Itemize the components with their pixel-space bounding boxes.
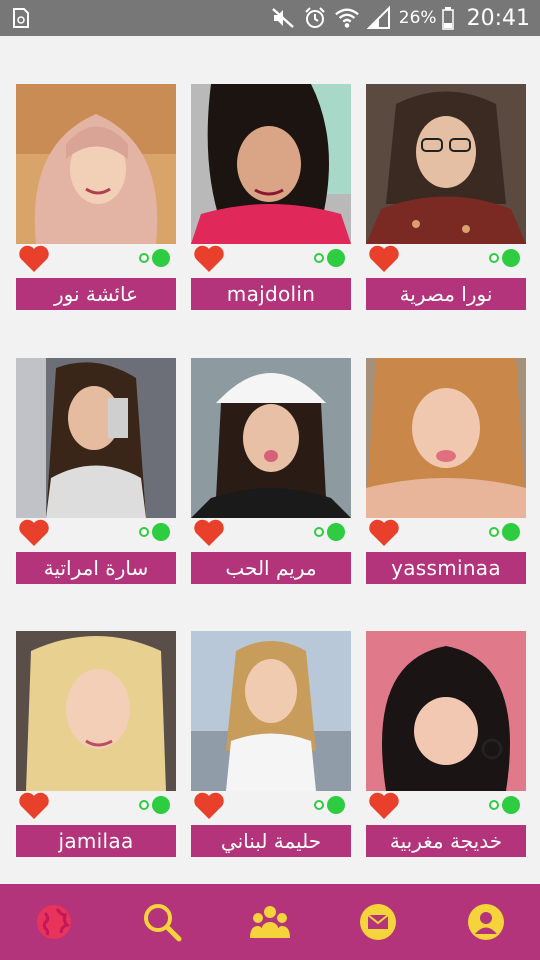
like-heart-icon[interactable] bbox=[18, 791, 50, 821]
profile-name[interactable]: yassminaa bbox=[366, 552, 526, 584]
profile-name[interactable]: سارة امراتية bbox=[16, 552, 176, 584]
like-heart-icon[interactable] bbox=[368, 518, 400, 548]
wifi-icon bbox=[334, 6, 359, 30]
profile-card[interactable]: حليمة لبناني bbox=[191, 631, 351, 861]
profile-photo[interactable] bbox=[191, 358, 351, 518]
profile-card[interactable]: خديجة مغربية bbox=[366, 631, 526, 861]
profile-card[interactable]: yassminaa bbox=[366, 358, 526, 588]
like-heart-icon[interactable] bbox=[193, 518, 225, 548]
nav-messages-button[interactable] bbox=[324, 884, 432, 960]
profile-name[interactable]: majdolin bbox=[191, 278, 351, 310]
profile-name[interactable]: نورا مصرية bbox=[366, 278, 526, 310]
online-indicator bbox=[139, 249, 170, 267]
profile-photo[interactable] bbox=[191, 84, 351, 244]
sim-toolkit-icon bbox=[12, 8, 30, 28]
profile-photo[interactable] bbox=[16, 84, 176, 244]
profile-card[interactable]: عائشة نور bbox=[16, 84, 176, 314]
profile-card[interactable]: سارة امراتية bbox=[16, 358, 176, 588]
profile-name[interactable]: عائشة نور bbox=[16, 278, 176, 310]
online-indicator bbox=[314, 249, 345, 267]
like-heart-icon[interactable] bbox=[18, 244, 50, 274]
online-indicator bbox=[489, 249, 520, 267]
profile-card[interactable]: مريم الحب bbox=[191, 358, 351, 588]
profile-photo[interactable] bbox=[366, 84, 526, 244]
profile-name[interactable]: خديجة مغربية bbox=[366, 825, 526, 857]
profile-photo[interactable] bbox=[16, 631, 176, 791]
like-heart-icon[interactable] bbox=[193, 791, 225, 821]
profile-name[interactable]: jamilaa bbox=[16, 825, 176, 857]
like-heart-icon[interactable] bbox=[368, 244, 400, 274]
online-indicator bbox=[489, 796, 520, 814]
like-heart-icon[interactable] bbox=[18, 518, 50, 548]
nav-explore-button[interactable] bbox=[0, 884, 108, 960]
profile-card[interactable]: نورا مصرية bbox=[366, 84, 526, 314]
globe-icon bbox=[37, 905, 71, 939]
battery-percent: 26% bbox=[398, 8, 437, 28]
online-indicator bbox=[489, 523, 520, 541]
like-heart-icon[interactable] bbox=[193, 244, 225, 274]
online-indicator bbox=[314, 796, 345, 814]
profile-icon bbox=[468, 904, 504, 940]
status-bar: 26% 20:41 bbox=[0, 0, 540, 36]
online-indicator bbox=[314, 523, 345, 541]
nav-profile-button[interactable] bbox=[432, 884, 540, 960]
mail-icon bbox=[360, 904, 396, 940]
search-icon bbox=[144, 904, 182, 942]
profile-photo[interactable] bbox=[366, 631, 526, 791]
profile-grid: عائشة نور majdolin نورا مصرية سارة امرات… bbox=[0, 36, 540, 884]
signal-icon bbox=[366, 6, 391, 30]
mute-icon bbox=[271, 6, 295, 30]
online-indicator bbox=[139, 523, 170, 541]
profile-photo[interactable] bbox=[16, 358, 176, 518]
nav-groups-button[interactable] bbox=[216, 884, 324, 960]
profile-card[interactable]: jamilaa bbox=[16, 631, 176, 861]
group-icon bbox=[250, 906, 290, 938]
like-heart-icon[interactable] bbox=[368, 791, 400, 821]
bottom-navigation bbox=[0, 884, 540, 960]
profile-name[interactable]: مريم الحب bbox=[191, 552, 351, 584]
profile-name[interactable]: حليمة لبناني bbox=[191, 825, 351, 857]
profile-photo[interactable] bbox=[366, 358, 526, 518]
profile-photo[interactable] bbox=[191, 631, 351, 791]
alarm-icon bbox=[303, 6, 327, 30]
profile-card[interactable]: majdolin bbox=[191, 84, 351, 314]
battery-icon bbox=[441, 6, 455, 30]
nav-search-button[interactable] bbox=[108, 884, 216, 960]
online-indicator bbox=[139, 796, 170, 814]
clock-time: 20:41 bbox=[466, 5, 530, 31]
